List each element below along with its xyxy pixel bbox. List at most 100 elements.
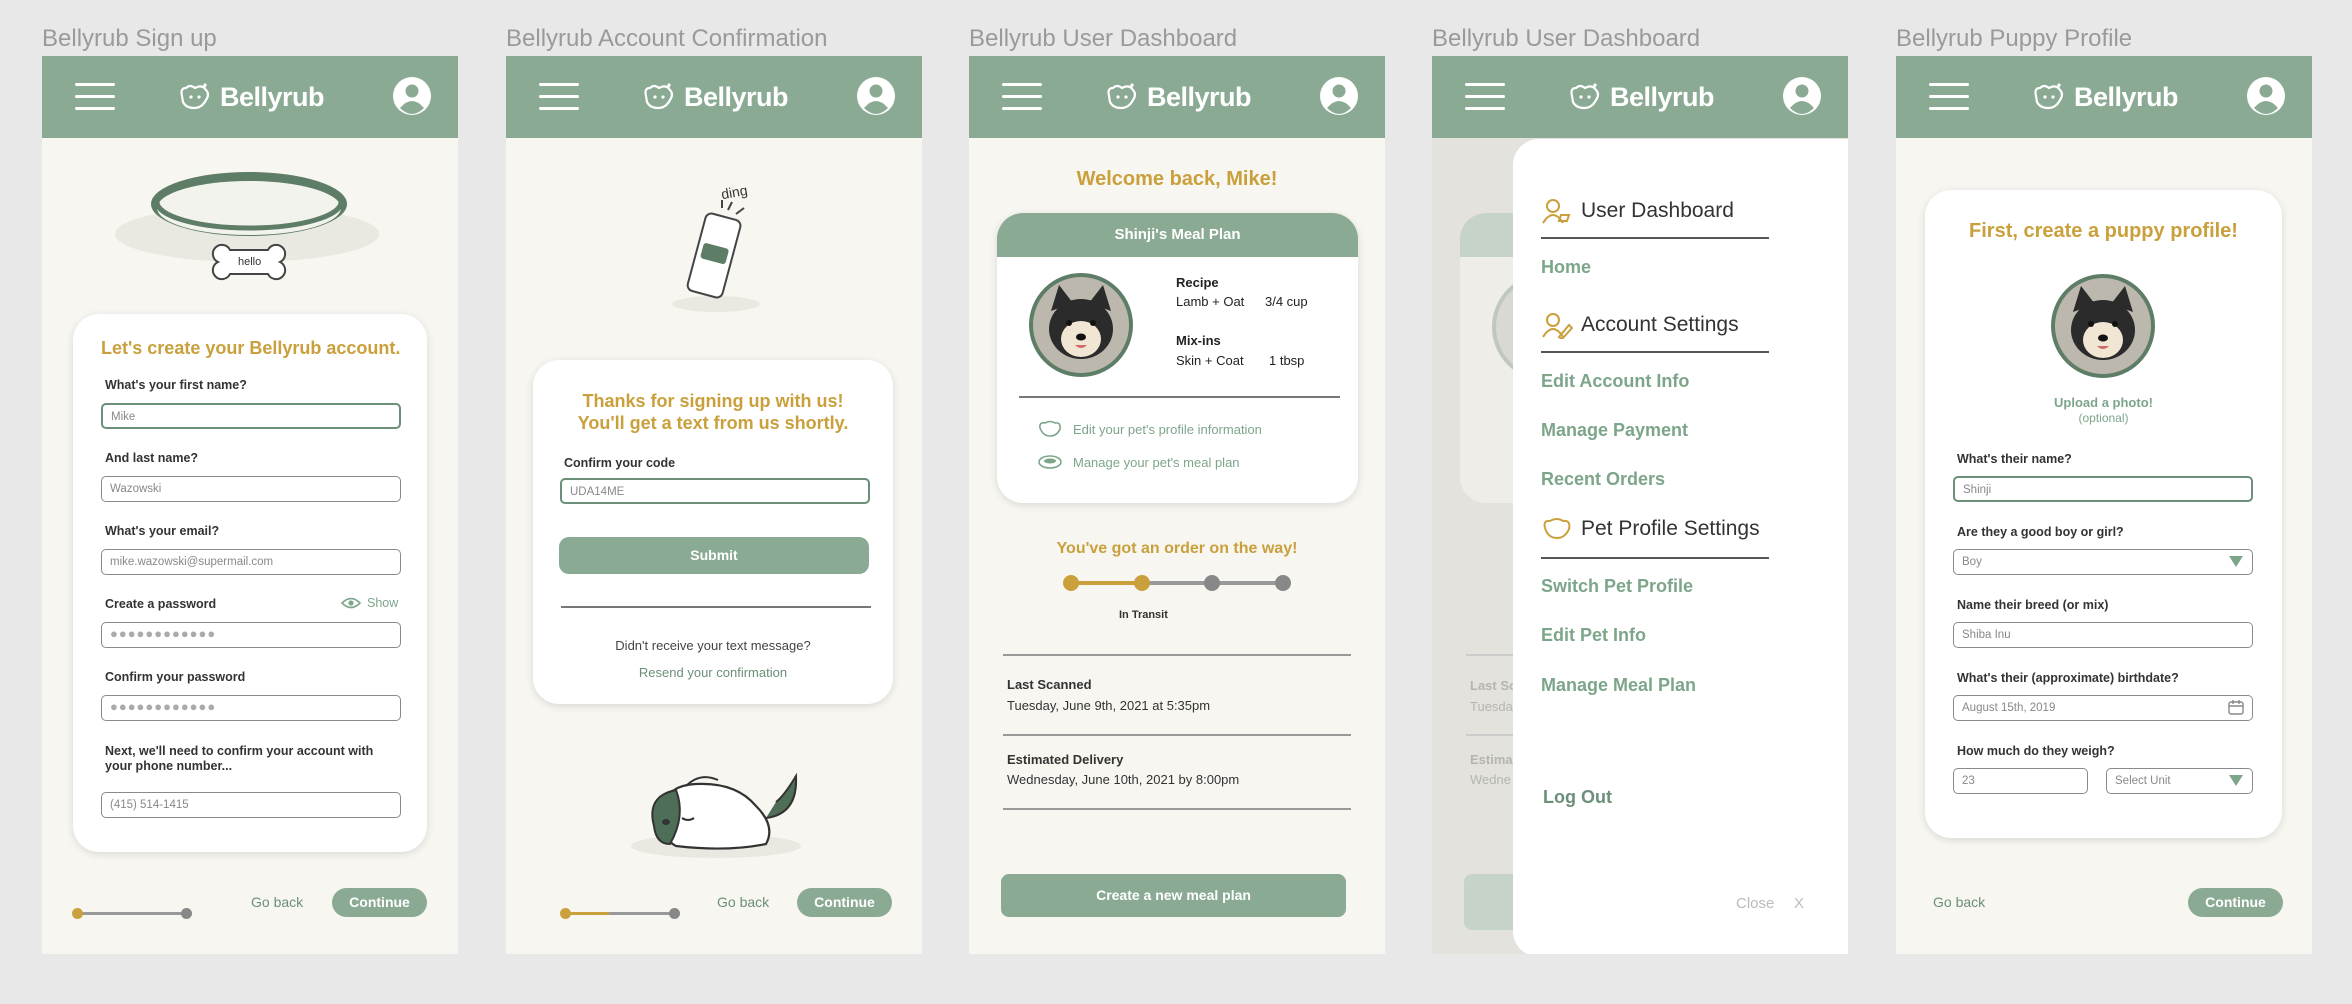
account-icon[interactable]	[2246, 76, 2286, 116]
code-label: Confirm your code	[564, 456, 676, 470]
brand-logo[interactable]: Bellyrub	[1568, 79, 1715, 115]
menu-item-manage-payment[interactable]: Manage Payment	[1541, 420, 1688, 441]
menu-item-manage-meal[interactable]: Manage Meal Plan	[1541, 675, 1696, 696]
weight-field[interactable]: 23	[1953, 768, 2088, 794]
account-icon[interactable]	[1319, 76, 1359, 116]
account-settings-label: Account Settings	[1581, 313, 1739, 336]
menu-item-edit-pet[interactable]: Edit Pet Info	[1541, 625, 1646, 646]
menu-item-switch-pet[interactable]: Switch Pet Profile	[1541, 576, 1693, 597]
hamburger-menu-icon[interactable]	[1465, 83, 1505, 111]
phone-field[interactable]: (415) 514-1415	[101, 792, 401, 818]
submit-button[interactable]: Submit	[559, 537, 869, 574]
account-icon[interactable]	[392, 76, 432, 116]
confirm-progress	[560, 901, 680, 925]
hamburger-menu-icon[interactable]	[1002, 83, 1042, 111]
birthdate-value: August 15th, 2019	[1962, 702, 2056, 714]
manage-meal-plan-link[interactable]: Manage your pet's meal plan	[1037, 453, 1240, 471]
no-text-message: Didn't receive your text message?	[615, 638, 811, 653]
order-step-dot	[1204, 575, 1221, 591]
app-header: Bellyrub	[42, 56, 458, 138]
close-icon[interactable]: X	[1794, 895, 1804, 912]
hamburger-menu-icon[interactable]	[75, 83, 115, 111]
confirm-password-field[interactable]: ●●●●●●●●●●●●	[101, 695, 401, 721]
food-bowl-icon	[1038, 455, 1062, 469]
first-name-label: What's your first name?	[105, 378, 247, 392]
unit-placeholder: Select Unit	[2115, 775, 2171, 787]
menu-item-recent-orders[interactable]: Recent Orders	[1541, 469, 1665, 490]
order-heading: You've got an order on the way!	[1056, 540, 1298, 557]
close-menu-button[interactable]: Close	[1736, 895, 1774, 912]
birthdate-field[interactable]: August 15th, 2019	[1953, 695, 2253, 721]
gender-select[interactable]: Boy	[1953, 549, 2253, 575]
eye-icon	[341, 597, 361, 609]
hamburger-menu-icon[interactable]	[1929, 83, 1969, 111]
edit-pet-profile-link[interactable]: Edit your pet's profile information	[1037, 420, 1262, 438]
create-meal-plan-button[interactable]: Create a new meal plan	[1001, 874, 1346, 917]
confirm-heading: Thanks for signing up with us! You'll ge…	[533, 390, 893, 434]
last-name-field[interactable]: Wazowski	[101, 476, 401, 502]
frame-title-puppy: Bellyrub Puppy Profile	[1896, 25, 2133, 52]
signup-card: Let's create your Bellyrub account. What…	[73, 314, 427, 852]
resend-link[interactable]: Resend your confirmation	[533, 665, 893, 680]
continue-button[interactable]: Continue	[797, 888, 892, 917]
go-back-link[interactable]: Go back	[251, 894, 303, 910]
go-back-link[interactable]: Go back	[717, 894, 769, 910]
menu-item-log-out[interactable]: Log Out	[1543, 787, 1612, 808]
weight-label: How much do they weigh?	[1957, 744, 2115, 758]
continue-button[interactable]: Continue	[2188, 888, 2283, 917]
recipe-label: Recipe	[1176, 275, 1219, 290]
first-name-field[interactable]: Mike	[101, 403, 401, 429]
brand-logo[interactable]: Bellyrub	[178, 79, 325, 115]
brand-logo[interactable]: Bellyrub	[2032, 79, 2179, 115]
upload-photo-link[interactable]: Upload a photo!	[1925, 395, 2282, 410]
phone-label: Next, we'll need to confirm your account…	[105, 744, 374, 773]
app-header: Bellyrub	[969, 56, 1385, 138]
order-step-dot	[1275, 575, 1291, 591]
order-step-dot	[1063, 575, 1079, 591]
continue-button[interactable]: Continue	[332, 888, 427, 917]
brand-logo[interactable]: Bellyrub	[642, 79, 789, 115]
app-header: Bellyrub	[506, 56, 922, 138]
calendar-icon[interactable]	[2228, 700, 2244, 715]
order-progress-segment	[1141, 581, 1213, 585]
code-field[interactable]: UDA14ME	[560, 478, 870, 504]
signup-screen: Bellyrub hello Let's create your Bellyru…	[42, 56, 458, 954]
confirm-screen: Bellyrub ding Thanks for signing up with…	[506, 56, 922, 954]
breed-field[interactable]: Shiba Inu	[1953, 622, 2253, 648]
meal-plan-card: Shinji's Meal Plan Recipe Lamb + Oat 3/4…	[997, 213, 1358, 503]
dashboard-screen: Bellyrub Welcome back, Mike! Shinji's Me…	[969, 56, 1385, 954]
pet-profile-settings-heading: Pet Profile Settings	[1541, 517, 1760, 541]
order-status: In Transit	[1119, 609, 1168, 621]
password-field[interactable]: ●●●●●●●●●●●●	[101, 622, 401, 648]
est-delivery-label: Estimated Delivery	[1007, 752, 1124, 767]
menu-item-home[interactable]: Home	[1541, 257, 1591, 278]
breed-label: Name their breed (or mix)	[1957, 598, 2109, 612]
user-icon	[1542, 199, 1571, 224]
brand-logo[interactable]: Bellyrub	[1105, 79, 1252, 115]
menu-item-edit-account[interactable]: Edit Account Info	[1541, 371, 1689, 392]
go-back-link[interactable]: Go back	[1933, 894, 1985, 910]
unit-select[interactable]: Select Unit	[2106, 768, 2253, 794]
pet-photo-upload[interactable]	[2051, 274, 2155, 378]
brand-name: Bellyrub	[1610, 81, 1715, 112]
dog-collar-illustration	[115, 172, 379, 281]
recipe-name: Lamb + Oat	[1176, 294, 1245, 309]
divider	[1019, 396, 1340, 398]
frame-title-dashboard: Bellyrub User Dashboard	[969, 25, 1238, 52]
password-label: Create a password	[105, 597, 217, 611]
pet-name-field[interactable]: Shinji	[1953, 476, 2253, 502]
email-field[interactable]: mike.wazowski@supermail.com	[101, 549, 401, 575]
order-step-dot	[1133, 575, 1150, 591]
show-password-toggle[interactable]: Show	[341, 596, 398, 610]
account-icon[interactable]	[856, 76, 896, 116]
recipe-qty: 3/4 cup	[1265, 294, 1308, 309]
mixins-label: Mix-ins	[1176, 333, 1221, 348]
last-name-label: And last name?	[105, 451, 199, 465]
dog-logo-icon	[1107, 83, 1137, 110]
account-icon[interactable]	[1782, 76, 1822, 116]
puppy-heading: First, create a puppy profile!	[1969, 220, 2238, 242]
user-edit-icon	[1542, 313, 1573, 339]
confirm-heading-line2: You'll get a text from us shortly.	[577, 413, 849, 433]
brand-name: Bellyrub	[1147, 81, 1252, 112]
hamburger-menu-icon[interactable]	[539, 83, 579, 111]
